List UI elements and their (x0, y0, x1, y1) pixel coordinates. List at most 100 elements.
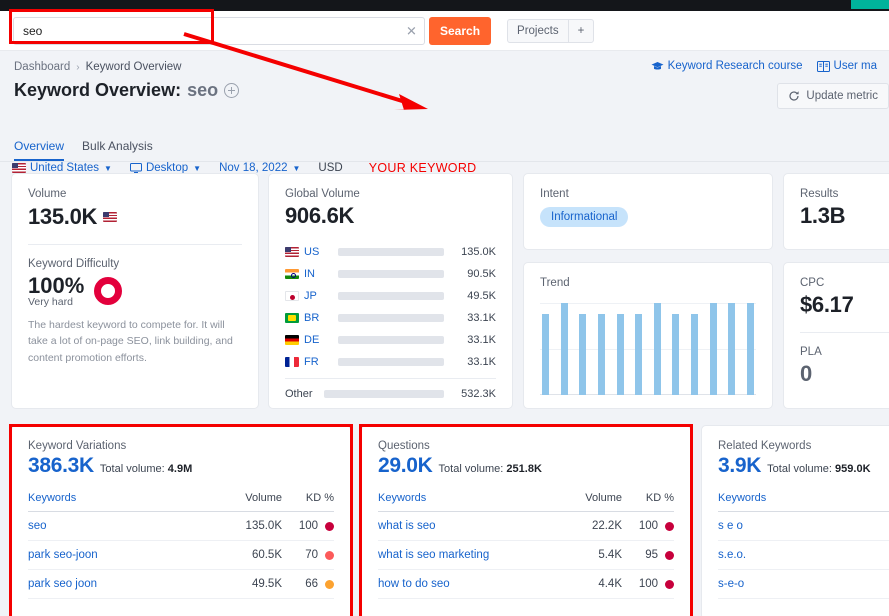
keyword-difficulty-donut (94, 276, 123, 305)
volume-value: 33.1K (467, 312, 496, 324)
related-keywords-rows: s e o s.e.o. s-e-o (718, 511, 889, 599)
table-row[interactable]: s e o (718, 512, 889, 541)
questions-totals: 29.0K Total volume: 251.8K (378, 454, 674, 478)
table-row[interactable]: park seo-joon 60.5K 70 (28, 541, 334, 570)
questions-columns: Keywords Volume KD % (378, 492, 674, 511)
country-code[interactable]: DE (304, 334, 338, 346)
keyword-link[interactable]: what is seo (378, 520, 564, 532)
browser-top-bar (0, 0, 889, 11)
table-row[interactable]: how to do seo 4.4K 100 (378, 570, 674, 599)
total-volume-value: 4.9M (167, 463, 193, 475)
table-row[interactable]: what is seo 22.2K 100 (378, 512, 674, 541)
keyword-link[interactable]: park seo joon (28, 578, 224, 590)
flag-us-icon (285, 247, 299, 257)
plus-circle-icon[interactable] (224, 83, 240, 98)
trend-bar (597, 314, 605, 395)
add-project-button[interactable]: + (569, 20, 594, 42)
country-code[interactable]: IN (304, 268, 338, 280)
keyword-link[interactable]: s.e.o. (718, 549, 889, 561)
trend-bar (709, 303, 717, 395)
table-row[interactable]: s-e-o (718, 570, 889, 599)
volume-bar (324, 390, 444, 398)
volume-bar (338, 292, 444, 300)
volume-cell: 135.0K (245, 520, 282, 532)
volume-value: 135.0K (461, 246, 496, 258)
intent-card: Intent Informational (523, 173, 773, 250)
country-code[interactable]: US (304, 246, 338, 258)
refresh-icon (789, 91, 800, 101)
global-volume-row: IN 90.5K (285, 263, 496, 285)
link-label: Keyword Research course (667, 60, 803, 72)
column-keywords: Keywords (28, 492, 77, 504)
kd-indicator-dot (325, 521, 334, 531)
volume-value-row: 135.0K (28, 204, 242, 230)
trend-bar (653, 303, 661, 395)
keyword-link[interactable]: how to do seo (378, 578, 564, 590)
intent-badge[interactable]: Informational (540, 207, 629, 227)
intent-label: Intent (540, 188, 569, 200)
page-header: Dashboard › Keyword Overview Keyword Ove… (0, 52, 889, 175)
trend-bar (635, 314, 643, 395)
column-kd: KD % (645, 492, 674, 504)
kd-value: 100 (638, 520, 658, 532)
global-volume-country-list: US 135.0K IN 90.5K JP 49.5K BR 33.1K DE 33.1K FR 33… (285, 241, 496, 405)
column-volume: Volume (585, 492, 622, 504)
keyword-link[interactable]: what is seo marketing (378, 549, 564, 561)
table-row[interactable]: park seo joon 49.5K 66 (28, 570, 334, 599)
trend-bar (560, 303, 568, 395)
kd-cell: 66 (282, 578, 334, 590)
search-box[interactable]: ✕ (13, 16, 425, 45)
search-button[interactable]: Search (429, 16, 492, 45)
trend-bar (746, 303, 754, 395)
tab-bulk-analysis[interactable]: Bulk Analysis (82, 139, 153, 161)
country-code[interactable]: JP (304, 290, 338, 302)
country-code[interactable]: FR (304, 356, 338, 368)
trend-bar (542, 314, 549, 395)
questions-rows: what is seo 22.2K 100 what is seo marketing… (378, 511, 674, 599)
tab-bar: Overview Bulk Analysis (0, 136, 889, 162)
total-volume-label: Total volume: (767, 463, 832, 475)
related-keywords-totals: 3.9K Total volume: 959.0K (718, 454, 889, 478)
keyword-link[interactable]: park seo-joon (28, 549, 224, 561)
global-volume-row: BR 33.1K (285, 307, 496, 329)
keyword-variations-card: Keyword Variations 386.3K Total volume: … (11, 425, 351, 616)
table-row[interactable]: seo 135.0K 100 (28, 512, 334, 541)
projects-button[interactable]: Projects (508, 20, 568, 42)
flag-de-icon (285, 335, 299, 345)
global-volume-value: 906.6K (285, 203, 355, 228)
keyword-variations-count: 386.3K (28, 454, 94, 477)
divider (285, 378, 496, 379)
kd-indicator-dot (665, 550, 674, 560)
chevron-down-icon: ▼ (292, 163, 301, 173)
kd-indicator-dot (325, 550, 334, 560)
breadcrumb-dashboard[interactable]: Dashboard (14, 61, 70, 73)
volume-cell: 60.5K (251, 549, 282, 561)
keyword-link[interactable]: seo (28, 520, 224, 532)
axis-baseline (540, 394, 756, 395)
country-code[interactable]: BR (304, 312, 338, 324)
kd-value: 70 (305, 549, 318, 561)
user-manual-link[interactable]: User ma (816, 60, 877, 72)
table-row[interactable]: what is seo marketing 5.4K 95 (378, 541, 674, 570)
cpc-value: $6.17 (800, 292, 854, 317)
table-row[interactable]: s.e.o. (718, 541, 889, 570)
related-keywords-count: 3.9K (718, 454, 762, 477)
volume-card: Volume 135.0K Keyword Difficulty 100% Ve… (11, 173, 259, 409)
clear-icon[interactable]: ✕ (405, 24, 418, 37)
keyword-link[interactable]: s-e-o (718, 578, 889, 590)
keyword-research-course-link[interactable]: Keyword Research course (651, 60, 803, 72)
kd-cell: 95 (622, 549, 674, 561)
results-value: 1.3B (800, 203, 846, 228)
cpc-label: CPC (800, 277, 825, 289)
volume-cell: 5.4K (598, 549, 622, 561)
flag-br-icon (285, 313, 299, 323)
global-volume-label: Global Volume (285, 188, 360, 200)
update-metrics-button[interactable]: Update metric (777, 83, 889, 109)
keyword-variations-title: Keyword Variations (28, 440, 127, 452)
tab-overview[interactable]: Overview (14, 139, 65, 161)
search-bar-row: ✕ Search Projects + (0, 11, 889, 51)
trend-bar (728, 303, 736, 395)
keyword-link[interactable]: s e o (718, 520, 889, 532)
search-input[interactable] (14, 17, 424, 44)
questions-count: 29.0K (378, 454, 433, 477)
